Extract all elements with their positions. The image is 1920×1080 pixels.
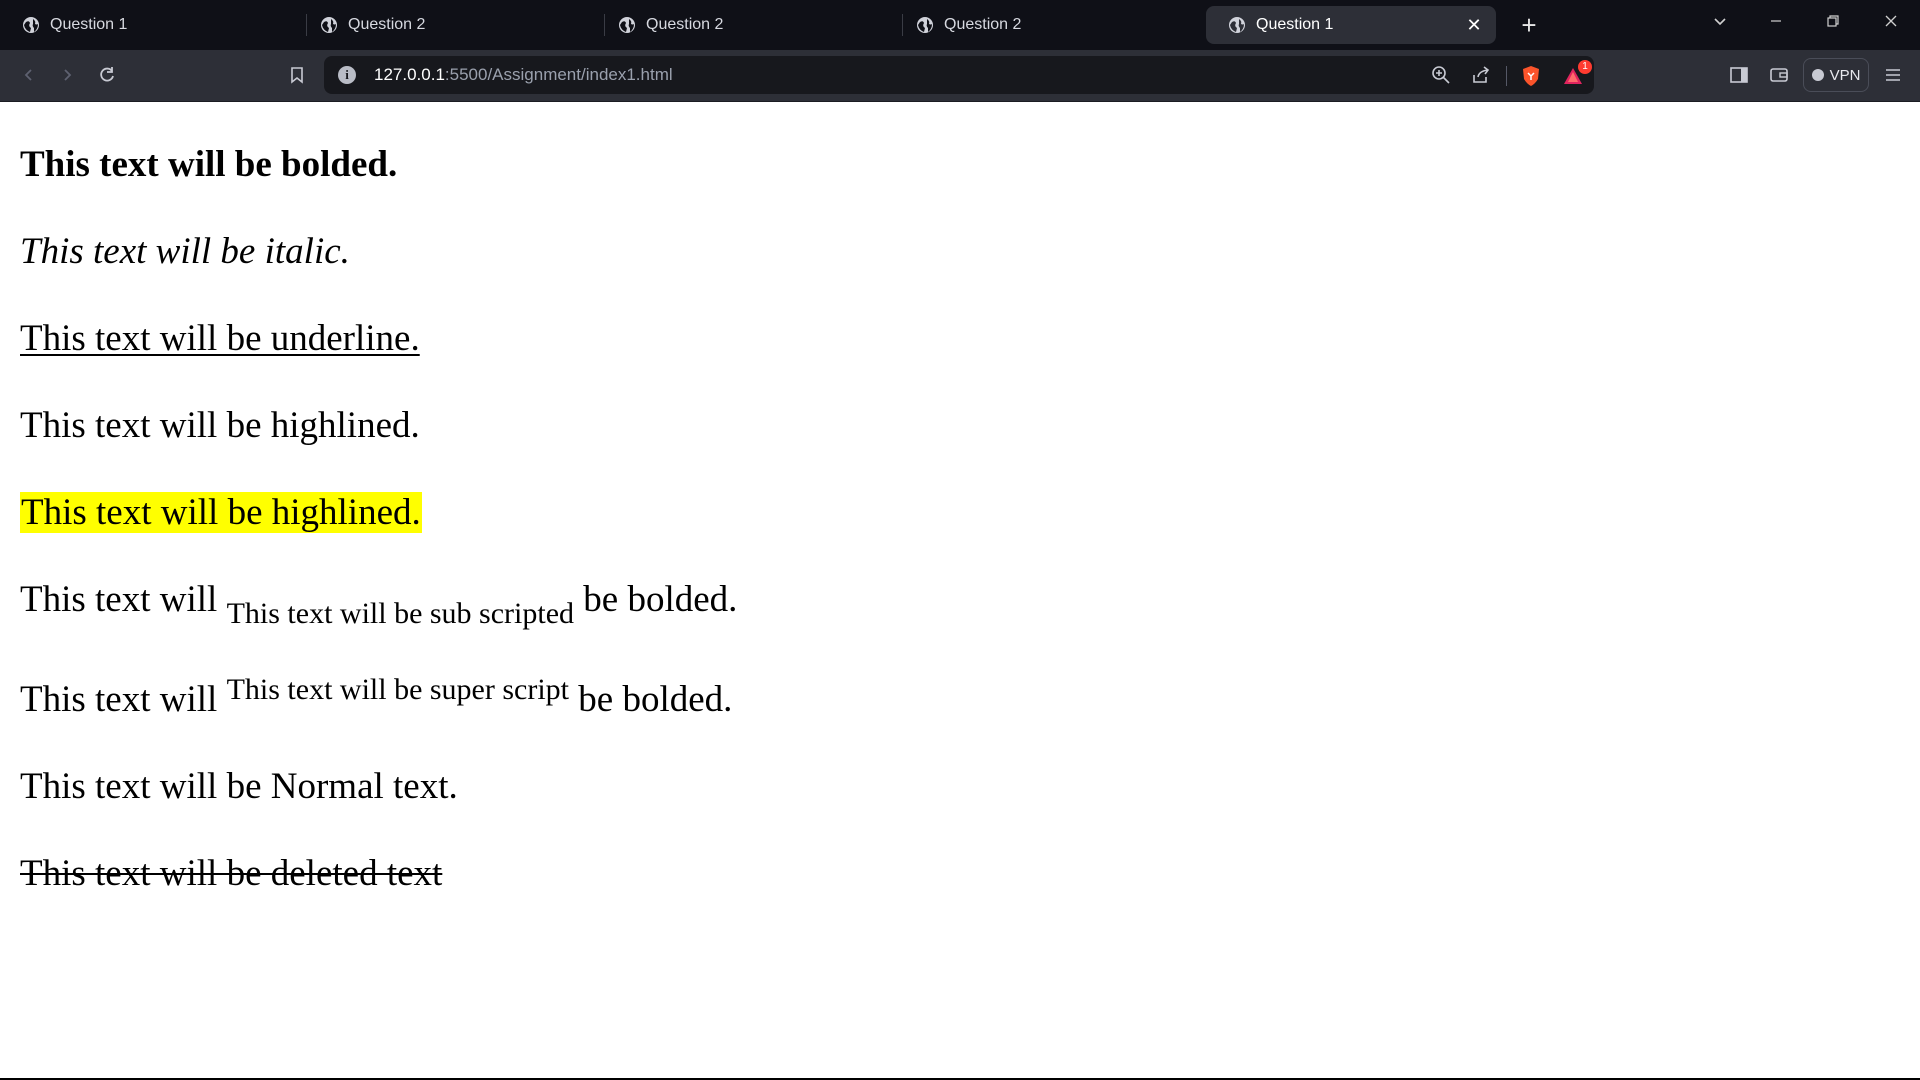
wallet-icon[interactable] (1766, 62, 1792, 88)
menu-icon[interactable] (1880, 62, 1906, 88)
globe-icon (1229, 17, 1245, 33)
marked-text: This text will be highlined. (20, 492, 422, 533)
brave-shields-icon[interactable] (1520, 65, 1542, 87)
subscript-prefix: This text will (20, 579, 227, 620)
url-divider (1506, 66, 1507, 86)
tab-strip: Question 1 Question 2 Question 2 Questio… (0, 0, 1920, 50)
address-bar[interactable]: i 127.0.0.1:5500/Assignment/index1.html … (324, 56, 1594, 94)
superscript-line: This text will This text will be super s… (20, 673, 733, 724)
marked-line: This text will be highlined. (20, 491, 422, 535)
vpn-button[interactable]: VPN (1803, 58, 1869, 92)
back-button[interactable] (16, 62, 42, 88)
tab-question-2[interactable]: Question 2 (596, 6, 886, 44)
reload-button[interactable] (94, 62, 120, 88)
tab-title: Question 2 (944, 16, 1022, 33)
tab-title: Question 2 (646, 16, 724, 33)
superscript-prefix: This text will (20, 679, 227, 720)
tab-question-1-active[interactable]: Question 1 ✕ (1206, 6, 1496, 44)
plain-highlight-text: This text will be highlined. (20, 405, 420, 446)
globe-icon (23, 17, 39, 33)
url-path: :5500/Assignment/index1.html (444, 65, 673, 84)
bookmark-icon[interactable] (284, 62, 310, 88)
zoom-icon[interactable] (1430, 65, 1452, 87)
close-window-icon[interactable] (1871, 6, 1911, 36)
globe-icon (619, 17, 635, 33)
tab-title: Question 1 (1256, 16, 1334, 33)
tab-search-chevron-icon[interactable] (1700, 6, 1740, 36)
url-host: 127.0.0.1 (374, 65, 445, 84)
rewards-badge: 1 (1578, 60, 1592, 74)
italic-text: This text will be italic. (20, 231, 350, 272)
normal-text: This text will be Normal text. (20, 766, 458, 807)
url-text[interactable]: 127.0.0.1:5500/Assignment/index1.html (374, 65, 673, 85)
vpn-label: VPN (1829, 66, 1861, 84)
underline-line: This text will be underline. (20, 317, 420, 361)
deleted-line: This text will be deleted text (20, 852, 442, 896)
globe-icon (321, 17, 337, 33)
superscript-text: This text will be super script (226, 673, 570, 706)
bold-text: This text will be bolded. (20, 144, 398, 185)
minimize-icon[interactable] (1756, 6, 1796, 36)
forward-button[interactable] (54, 62, 80, 88)
vpn-status-icon (1811, 69, 1824, 81)
tab-title: Question 1 (50, 16, 128, 33)
subscript-text: This text will be sub scripted (226, 597, 575, 630)
subscript-suffix: be bolded. (574, 579, 738, 620)
browser-toolbar: i 127.0.0.1:5500/Assignment/index1.html … (0, 50, 1920, 102)
underlined-text: This text will be underline. (20, 318, 420, 359)
tab-question-2[interactable]: Question 2 (894, 6, 1184, 44)
subscript-line: This text will This text will be sub scr… (20, 578, 738, 630)
close-tab-icon[interactable]: ✕ (1464, 15, 1484, 35)
new-tab-button[interactable]: + (1514, 10, 1544, 40)
tab-question-1[interactable]: Question 1 (0, 6, 290, 44)
share-icon[interactable] (1470, 65, 1492, 87)
superscript-suffix: be bolded. (569, 679, 733, 720)
sidebar-toggle-icon[interactable] (1726, 62, 1752, 88)
tab-question-2[interactable]: Question 2 (298, 6, 588, 44)
tab-title: Question 2 (348, 16, 426, 33)
deleted-text: This text will be deleted text (20, 853, 443, 894)
site-info-icon[interactable]: i (338, 66, 356, 84)
restore-icon[interactable] (1813, 6, 1853, 36)
globe-icon (917, 17, 933, 33)
